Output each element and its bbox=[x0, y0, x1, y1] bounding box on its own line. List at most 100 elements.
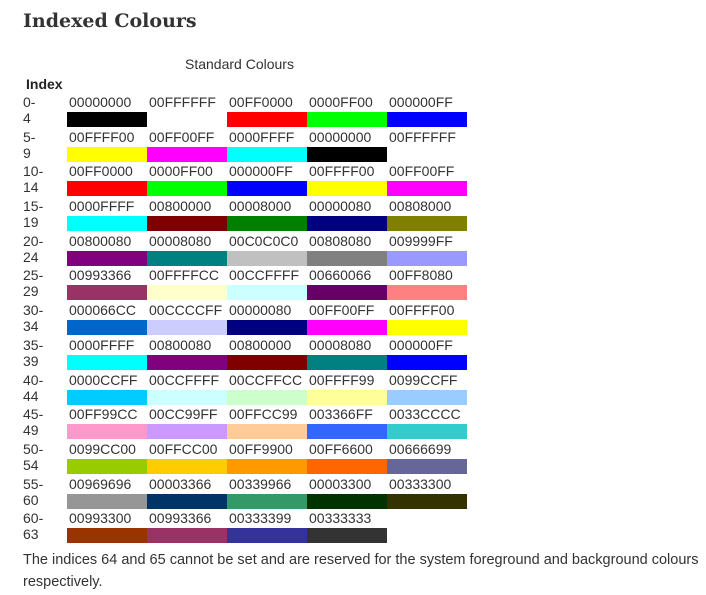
colour-hex-code: 00FFFF00 bbox=[309, 163, 375, 180]
colour-hex-code: 00969696 bbox=[69, 475, 132, 492]
colour-cell: 00800080 bbox=[67, 232, 147, 266]
colour-hex-code: 00FF00FF bbox=[309, 302, 375, 319]
colour-hex-code: 00FFFF00 bbox=[69, 128, 135, 145]
colour-hex-code: 00FF00FF bbox=[389, 163, 455, 180]
colour-hex-code: 00000000 bbox=[69, 94, 132, 110]
colour-swatch bbox=[307, 528, 387, 544]
colour-cell: 000000FF bbox=[387, 336, 467, 370]
colour-hex-code: 00008080 bbox=[309, 336, 372, 353]
colour-cell: 000000FF bbox=[227, 162, 307, 197]
colour-swatch bbox=[67, 146, 147, 162]
index-range-label: 25-29 bbox=[23, 267, 44, 300]
colour-cell: 00FF9900 bbox=[227, 440, 307, 474]
colour-swatch bbox=[307, 458, 387, 474]
colour-swatch bbox=[147, 389, 227, 405]
index-range-label: 55-60 bbox=[23, 475, 44, 508]
colour-cell: 00008080 bbox=[307, 336, 387, 370]
colour-cell: 0099CCFF bbox=[387, 371, 467, 405]
colour-swatch bbox=[387, 285, 467, 301]
colour-swatch bbox=[67, 181, 147, 197]
colour-swatch bbox=[307, 493, 387, 509]
colour-swatch bbox=[147, 493, 227, 509]
colour-hex-code: 00666699 bbox=[389, 440, 452, 457]
page-title: Indexed Colours bbox=[23, 10, 197, 32]
colour-swatch bbox=[67, 354, 147, 370]
colour-hex-code: 0000FF00 bbox=[309, 94, 373, 110]
colour-hex-code: 00FFCC99 bbox=[229, 406, 298, 423]
colour-hex-code: 0099CCFF bbox=[389, 371, 458, 388]
footnote: The indices 64 and 65 cannot be set and … bbox=[23, 552, 699, 590]
colour-hex-code: 003366FF bbox=[309, 406, 373, 423]
colour-swatch bbox=[147, 216, 227, 232]
colour-hex-code: 00000080 bbox=[229, 302, 292, 319]
colour-swatch bbox=[307, 181, 387, 197]
colour-cell: 0000FFFF bbox=[67, 336, 147, 370]
colour-hex-code: 00FF00FF bbox=[149, 128, 215, 145]
colour-cell: 00800000 bbox=[147, 197, 227, 232]
colour-hex-code: 00CCFFFF bbox=[229, 267, 299, 284]
colour-cell: 00FF00FF bbox=[307, 301, 387, 336]
colour-hex-code: 00C0C0C0 bbox=[229, 232, 299, 249]
colour-swatch bbox=[227, 354, 307, 370]
index-range-label: 50-54 bbox=[23, 440, 44, 473]
colour-hex-code: 00993300 bbox=[69, 510, 132, 527]
colour-hex-code: 00003366 bbox=[149, 475, 212, 492]
colour-cell: 00FFFFFF bbox=[147, 93, 227, 127]
colour-hex-code: 009999FF bbox=[389, 232, 453, 249]
colour-cell: 00FFFF00 bbox=[67, 128, 147, 162]
colour-swatch bbox=[147, 250, 227, 266]
colour-cell: 00FF99CC bbox=[67, 405, 147, 440]
colour-cell: 00000080 bbox=[307, 197, 387, 232]
colour-cell: 0000FFFF bbox=[227, 128, 307, 162]
colour-swatch bbox=[227, 250, 307, 266]
colour-cell: 00333300 bbox=[387, 475, 467, 509]
colour-hex-code: 00CCFFCC bbox=[229, 371, 303, 388]
colour-swatch bbox=[307, 285, 387, 301]
index-range-label: 10-14 bbox=[23, 163, 44, 196]
colour-hex-code: 000000FF bbox=[229, 163, 293, 180]
colour-hex-code: 0033CCCC bbox=[389, 406, 461, 423]
colour-cell: 00008080 bbox=[147, 232, 227, 266]
colour-cell: 00CCCCFF bbox=[147, 301, 227, 336]
index-range-label: 45-49 bbox=[23, 406, 44, 439]
colour-cell: 00660066 bbox=[307, 266, 387, 301]
colour-hex-code: 00800080 bbox=[69, 232, 132, 249]
colour-cell: 00C0C0C0 bbox=[227, 232, 307, 266]
colour-cell: 00993300 bbox=[67, 509, 147, 544]
colour-cell: 00808000 bbox=[387, 197, 467, 232]
colour-hex-code: 00FF0000 bbox=[229, 94, 293, 110]
colour-cell: 00333333 bbox=[307, 509, 387, 544]
colour-hex-code: 0000CCFF bbox=[69, 371, 138, 388]
colour-hex-code: 00FFFFFF bbox=[149, 94, 216, 110]
colour-cell: 00FFFF00 bbox=[387, 301, 467, 336]
colour-swatch bbox=[67, 493, 147, 509]
colour-hex-code: 0000FFFF bbox=[229, 128, 295, 145]
colour-swatch bbox=[147, 112, 227, 127]
colour-cell: 00800000 bbox=[227, 336, 307, 370]
colour-swatch bbox=[387, 250, 467, 266]
colour-hex-code: 0000FFFF bbox=[69, 336, 135, 353]
colour-hex-code: 000000FF bbox=[389, 94, 453, 110]
colour-hex-code: 00993366 bbox=[69, 267, 132, 284]
colour-swatch bbox=[227, 112, 307, 127]
colour-swatch bbox=[387, 493, 467, 509]
colour-cell: 00FF00FF bbox=[387, 162, 467, 197]
colour-hex-code: 00333399 bbox=[229, 510, 292, 527]
colour-swatch bbox=[67, 458, 147, 474]
colour-swatch bbox=[387, 389, 467, 405]
colour-cell: 0033CCCC bbox=[387, 405, 467, 440]
colour-hex-code: 00003300 bbox=[309, 475, 372, 492]
colour-swatch bbox=[67, 424, 147, 440]
colour-swatch bbox=[307, 216, 387, 232]
colour-hex-code: 00800080 bbox=[149, 336, 212, 353]
index-range-label: 15-19 bbox=[23, 198, 44, 231]
colour-swatch bbox=[227, 285, 307, 301]
colour-cell: 00993366 bbox=[67, 266, 147, 301]
index-range-label: 20-24 bbox=[23, 232, 44, 265]
colour-cell: 00808080 bbox=[307, 232, 387, 266]
colour-cell: 00000000 bbox=[307, 128, 387, 162]
colour-swatch bbox=[67, 112, 147, 127]
colour-swatch bbox=[227, 424, 307, 440]
colour-hex-code: 00660066 bbox=[309, 267, 372, 284]
colour-hex-code: 00FF99CC bbox=[69, 406, 138, 423]
